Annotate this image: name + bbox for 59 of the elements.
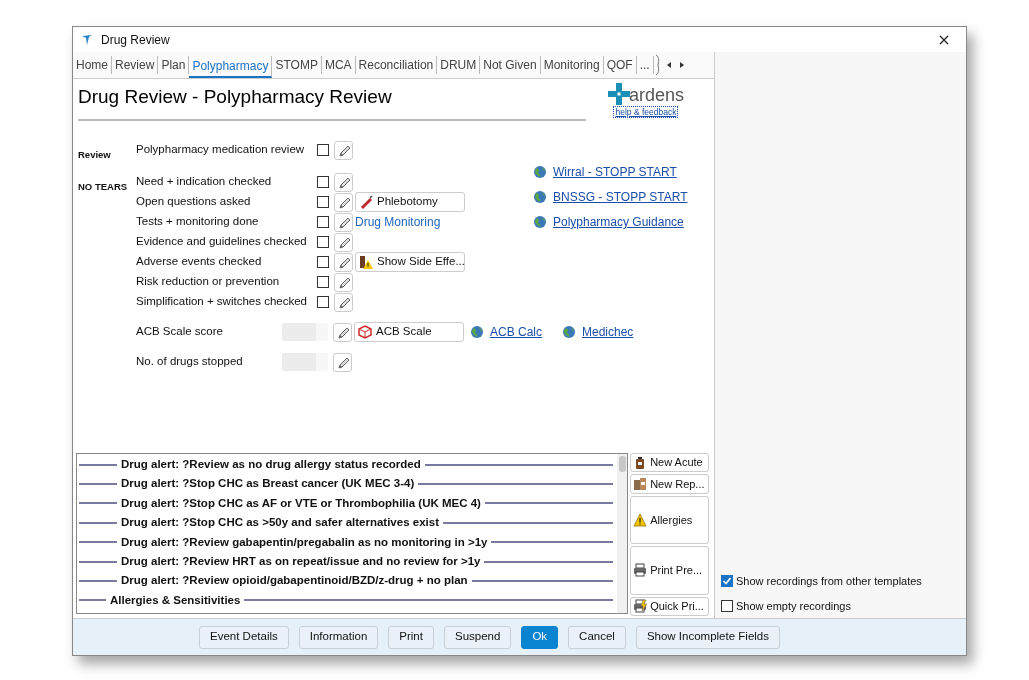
field-label: Adverse events checked xyxy=(136,254,263,270)
footer-button[interactable]: Print xyxy=(388,625,434,649)
action-button[interactable]: Show Side Effe... xyxy=(355,252,465,272)
tab[interactable]: ... xyxy=(636,56,654,74)
field-label: Polypharmacy medication review xyxy=(136,142,306,158)
tab[interactable]: Polypharmacy xyxy=(189,56,273,78)
footer-button[interactable]: Show Incomplete Fields xyxy=(635,625,780,649)
tab[interactable]: Review xyxy=(112,56,159,74)
footer-button[interactable]: Ok xyxy=(521,625,559,649)
link[interactable]: ACB Calc xyxy=(490,323,542,341)
section-label: Review xyxy=(78,149,111,160)
field-label: No. of drugs stopped xyxy=(136,354,244,370)
field-label: Evidence and guidelines checked xyxy=(136,234,308,250)
tab[interactable]: Not Given xyxy=(480,56,541,74)
tab[interactable]: MCA xyxy=(321,56,356,74)
tab[interactable]: QOF xyxy=(603,56,637,74)
link[interactable]: Medichec xyxy=(582,323,634,341)
link[interactable]: BNSSG - STOPP START xyxy=(553,188,688,206)
footer-button[interactable]: Information xyxy=(298,625,379,649)
section-label: NO TEARS xyxy=(78,181,128,192)
field-label: ACB Scale score xyxy=(136,324,224,340)
alert-text: Drug alert: ?Review HRT as on repeat/issue and no review for >1y xyxy=(121,554,481,569)
side-button[interactable]: Print Pre... xyxy=(630,546,709,595)
alert-text: Drug alert: ?Stop CHC as AF or VTE or Thrombophilia (UK MEC 4) xyxy=(121,495,481,511)
tab[interactable]: Plan xyxy=(158,56,190,74)
field-label: Simplification + switches checked xyxy=(136,294,308,310)
form-title: Drug Review - Polypharmacy Review xyxy=(78,85,393,109)
tab[interactable]: Home xyxy=(73,56,112,74)
tab[interactable]: Reconciliation xyxy=(355,56,438,74)
section-heading: Allergies & Sensitivities xyxy=(110,592,241,608)
alert-text: Drug alert: ?Review gabapentin/pregabalin as no monitoring in >1y xyxy=(121,534,488,550)
tab[interactable]: Monitoring xyxy=(540,56,604,74)
tab[interactable]: STOMP xyxy=(272,56,322,74)
side-button[interactable]: Allergies xyxy=(630,495,709,545)
footer-button[interactable]: Suspend xyxy=(443,625,512,649)
link[interactable]: Polypharmacy Guidance xyxy=(553,213,684,231)
action-button[interactable]: ACB Scale xyxy=(354,322,464,342)
logo-text: ardens xyxy=(628,85,684,105)
field-label: Risk reduction or prevention xyxy=(136,274,281,290)
alert-text: Drug alert: ?Stop CHC as Breast cancer (UK MEC 3-4) xyxy=(121,476,415,492)
side-button[interactable]: Quick Pri... xyxy=(630,596,709,617)
checkbox-label: Show empty recordings xyxy=(736,598,851,614)
field-label: Need + indication checked xyxy=(136,174,273,190)
footer-button[interactable]: Event Details xyxy=(199,625,289,649)
link[interactable]: Drug Monitoring xyxy=(355,213,441,231)
help-feedback-link[interactable]: help & feedback xyxy=(613,106,679,118)
tab[interactable]: DRUM xyxy=(437,56,481,74)
field-label: Tests + monitoring done xyxy=(136,214,260,230)
checkbox-label: Show recordings from other templates xyxy=(736,573,922,589)
action-button[interactable]: Phlebotomy xyxy=(355,192,465,212)
window-title: Drug Review xyxy=(101,31,170,49)
link[interactable]: Wirral - STOPP START xyxy=(553,163,677,181)
side-button[interactable]: New Acute xyxy=(630,453,709,473)
side-button[interactable]: New Rep... xyxy=(630,474,709,494)
alert-text: Drug alert: ?Review opioid/gabapentinoid/BZD/z-drug + no plan xyxy=(121,573,468,589)
footer-button[interactable]: Cancel xyxy=(568,625,626,649)
alert-text: Drug alert: ?Stop CHC as >50y and safer alternatives exist xyxy=(121,515,439,531)
alert-text: Drug alert: ?Review as no drug allergy status recorded xyxy=(121,457,421,473)
field-label: Open questions asked xyxy=(136,194,252,210)
